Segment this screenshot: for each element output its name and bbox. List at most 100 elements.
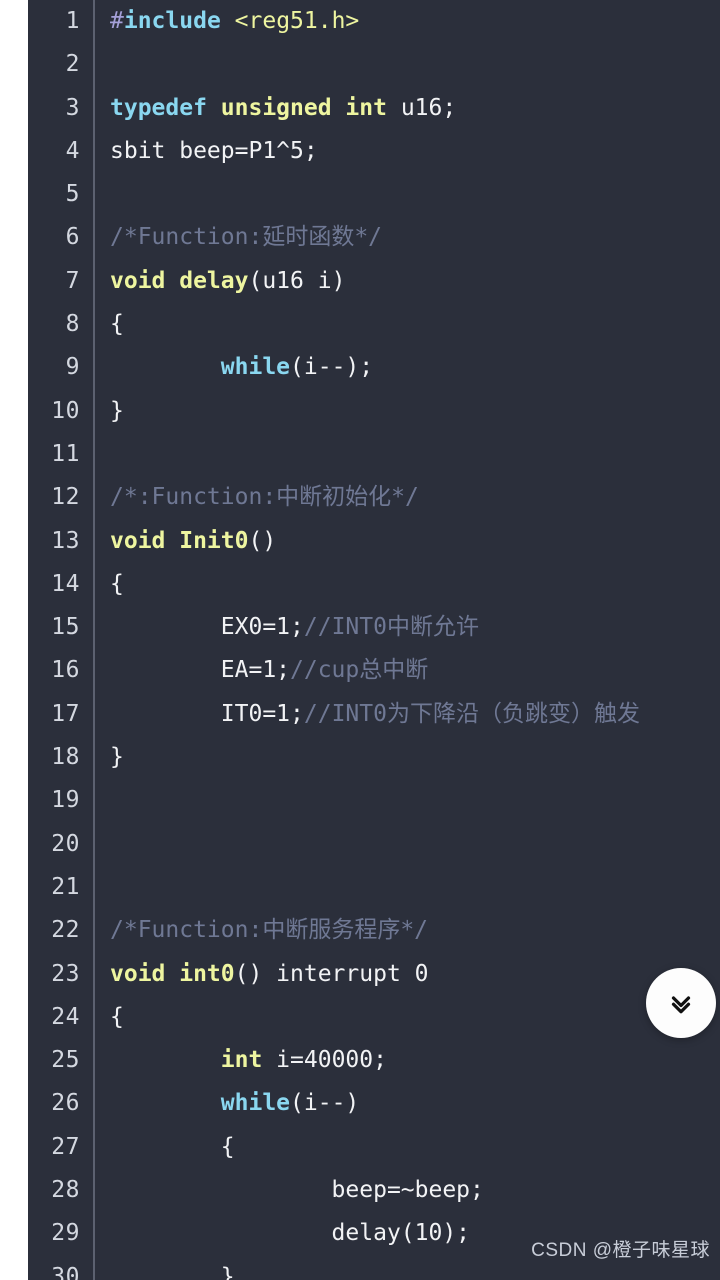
code-line-text: while(i--) bbox=[110, 1082, 360, 1125]
screenshot-root: 1 #include <reg51.h> 2 3 typedef unsigned in… bbox=[0, 0, 720, 1280]
line-number: 2 bbox=[65, 51, 80, 78]
line-number: 1 bbox=[65, 8, 80, 34]
line-number: 14 bbox=[51, 570, 80, 597]
code-token-plain: } bbox=[110, 397, 124, 424]
line-number: 29 bbox=[51, 1220, 80, 1247]
code-line-text: while(i--); bbox=[110, 346, 373, 389]
code-line-text: void delay(u16 i) bbox=[110, 260, 345, 303]
line-number: 28 bbox=[51, 1177, 80, 1204]
code-line: 17 IT0=1;//INT0为下降沿（负跳变）触发 bbox=[28, 693, 720, 736]
code-token-plain: { bbox=[110, 1133, 235, 1160]
code-line-text: /*Function:中断服务程序*/ bbox=[110, 909, 428, 952]
code-line-text: typedef unsigned int u16; bbox=[110, 87, 456, 130]
code-line-text: beep=~beep; bbox=[110, 1169, 484, 1212]
code-line-text: { bbox=[110, 563, 124, 606]
code-token-plain: sbit beep=P1^5; bbox=[110, 137, 318, 164]
code-token-type: void int0 bbox=[110, 960, 235, 987]
code-line: 7 void delay(u16 i) bbox=[28, 260, 720, 303]
code-line: 15 EX0=1;//INT0中断允许 bbox=[28, 606, 720, 649]
code-token-comment: /*Function:中断服务程序*/ bbox=[110, 917, 429, 944]
code-line: 11 bbox=[28, 433, 720, 476]
code-line-text: { bbox=[110, 996, 124, 1039]
code-line-text: delay(10); bbox=[110, 1212, 470, 1255]
line-number: 3 bbox=[65, 94, 80, 121]
code-line-text: EX0=1;//INT0中断允许 bbox=[110, 606, 479, 649]
code-token-plain: IT0=1; bbox=[110, 700, 304, 727]
code-line-text: /*:Function:中断初始化*/ bbox=[110, 476, 419, 519]
double-chevron-down-icon bbox=[666, 988, 696, 1018]
line-number: 15 bbox=[51, 614, 80, 641]
scroll-down-button[interactable] bbox=[646, 968, 716, 1038]
line-number: 6 bbox=[65, 224, 80, 251]
line-number: 4 bbox=[65, 137, 80, 164]
code-line: 23 void int0() interrupt 0 bbox=[28, 953, 720, 996]
code-line: 19 bbox=[28, 779, 720, 822]
code-token-plain: } bbox=[110, 1263, 235, 1280]
code-token-type: void Init0 bbox=[110, 527, 249, 554]
code-token-plain: i=40000; bbox=[262, 1047, 387, 1074]
line-number: 11 bbox=[51, 440, 80, 467]
line-number: 10 bbox=[51, 397, 80, 424]
code-block[interactable]: 1 #include <reg51.h> 2 3 typedef unsigned in… bbox=[28, 0, 720, 1280]
code-token-str: <reg51.h> bbox=[234, 8, 360, 34]
code-token-plain: EX0=1; bbox=[110, 614, 304, 641]
line-number: 7 bbox=[65, 267, 80, 294]
line-number: 17 bbox=[51, 700, 80, 727]
code-line-text: EA=1;//cup总中断 bbox=[110, 649, 429, 692]
code-token-plain: (u16 i) bbox=[248, 267, 346, 294]
code-token-plain: EA=1; bbox=[110, 657, 291, 684]
code-token-plain: () bbox=[248, 527, 277, 554]
code-line-text: IT0=1;//INT0为下降沿（负跳变）触发 bbox=[110, 693, 640, 736]
line-number: 25 bbox=[51, 1047, 80, 1074]
code-line: 5 bbox=[28, 173, 720, 216]
line-number: 5 bbox=[65, 181, 80, 208]
code-token-pre: # bbox=[110, 8, 124, 34]
code-line: 26 while(i--) bbox=[28, 1082, 720, 1125]
code-line: 2 bbox=[28, 43, 720, 86]
code-token-kw: typedef bbox=[110, 94, 207, 121]
line-number: 16 bbox=[51, 657, 80, 684]
code-line: 16 EA=1;//cup总中断 bbox=[28, 649, 720, 692]
code-token-plain: (i--) bbox=[290, 1090, 360, 1117]
code-token-plain: u16; bbox=[386, 94, 457, 121]
csdn-watermark: CSDN @橙子味星球 bbox=[531, 1240, 710, 1261]
line-number: 23 bbox=[51, 960, 80, 987]
code-line: 28 beep=~beep; bbox=[28, 1169, 720, 1212]
code-token-plain: { bbox=[110, 1003, 124, 1030]
code-line-text: } bbox=[110, 1256, 235, 1280]
line-number: 19 bbox=[51, 787, 80, 814]
code-token-comment: /*:Function:中断初始化*/ bbox=[110, 484, 419, 511]
code-token-plain: delay(10); bbox=[110, 1220, 471, 1247]
code-token-plain: } bbox=[110, 744, 124, 771]
code-line-text: { bbox=[110, 303, 124, 346]
code-token-plain: beep=~beep; bbox=[110, 1177, 484, 1204]
code-line: 21 bbox=[28, 866, 720, 909]
code-line: 27 { bbox=[28, 1126, 720, 1169]
code-token-plain: () interrupt 0 bbox=[234, 960, 429, 987]
code-token-type: void delay bbox=[110, 267, 249, 294]
line-number: 30 bbox=[51, 1263, 80, 1280]
code-line-text: { bbox=[110, 1126, 235, 1169]
code-token-comment: //cup总中断 bbox=[290, 657, 429, 684]
code-line: 24 { bbox=[28, 996, 720, 1039]
code-token-kw: while bbox=[220, 354, 291, 381]
code-lines-container: 1 #include <reg51.h> 2 3 typedef unsigned in… bbox=[28, 0, 720, 1280]
code-line: 1 #include <reg51.h> bbox=[28, 0, 720, 43]
code-token-plain: { bbox=[110, 570, 124, 597]
line-number: 9 bbox=[65, 354, 80, 381]
code-line: 8{ bbox=[28, 303, 720, 346]
code-token-comment: //INT0中断允许 bbox=[303, 614, 479, 641]
code-token-type: int bbox=[220, 1047, 263, 1074]
line-number: 26 bbox=[51, 1090, 80, 1117]
code-line-text: void int0() interrupt 0 bbox=[110, 953, 429, 996]
code-token-plain: { bbox=[110, 311, 124, 338]
line-number: 24 bbox=[51, 1003, 80, 1030]
code-token-kw: while bbox=[220, 1090, 291, 1117]
code-line: 10} bbox=[28, 390, 720, 433]
line-number: 12 bbox=[51, 484, 80, 511]
code-token-type: unsigned int bbox=[220, 94, 387, 121]
